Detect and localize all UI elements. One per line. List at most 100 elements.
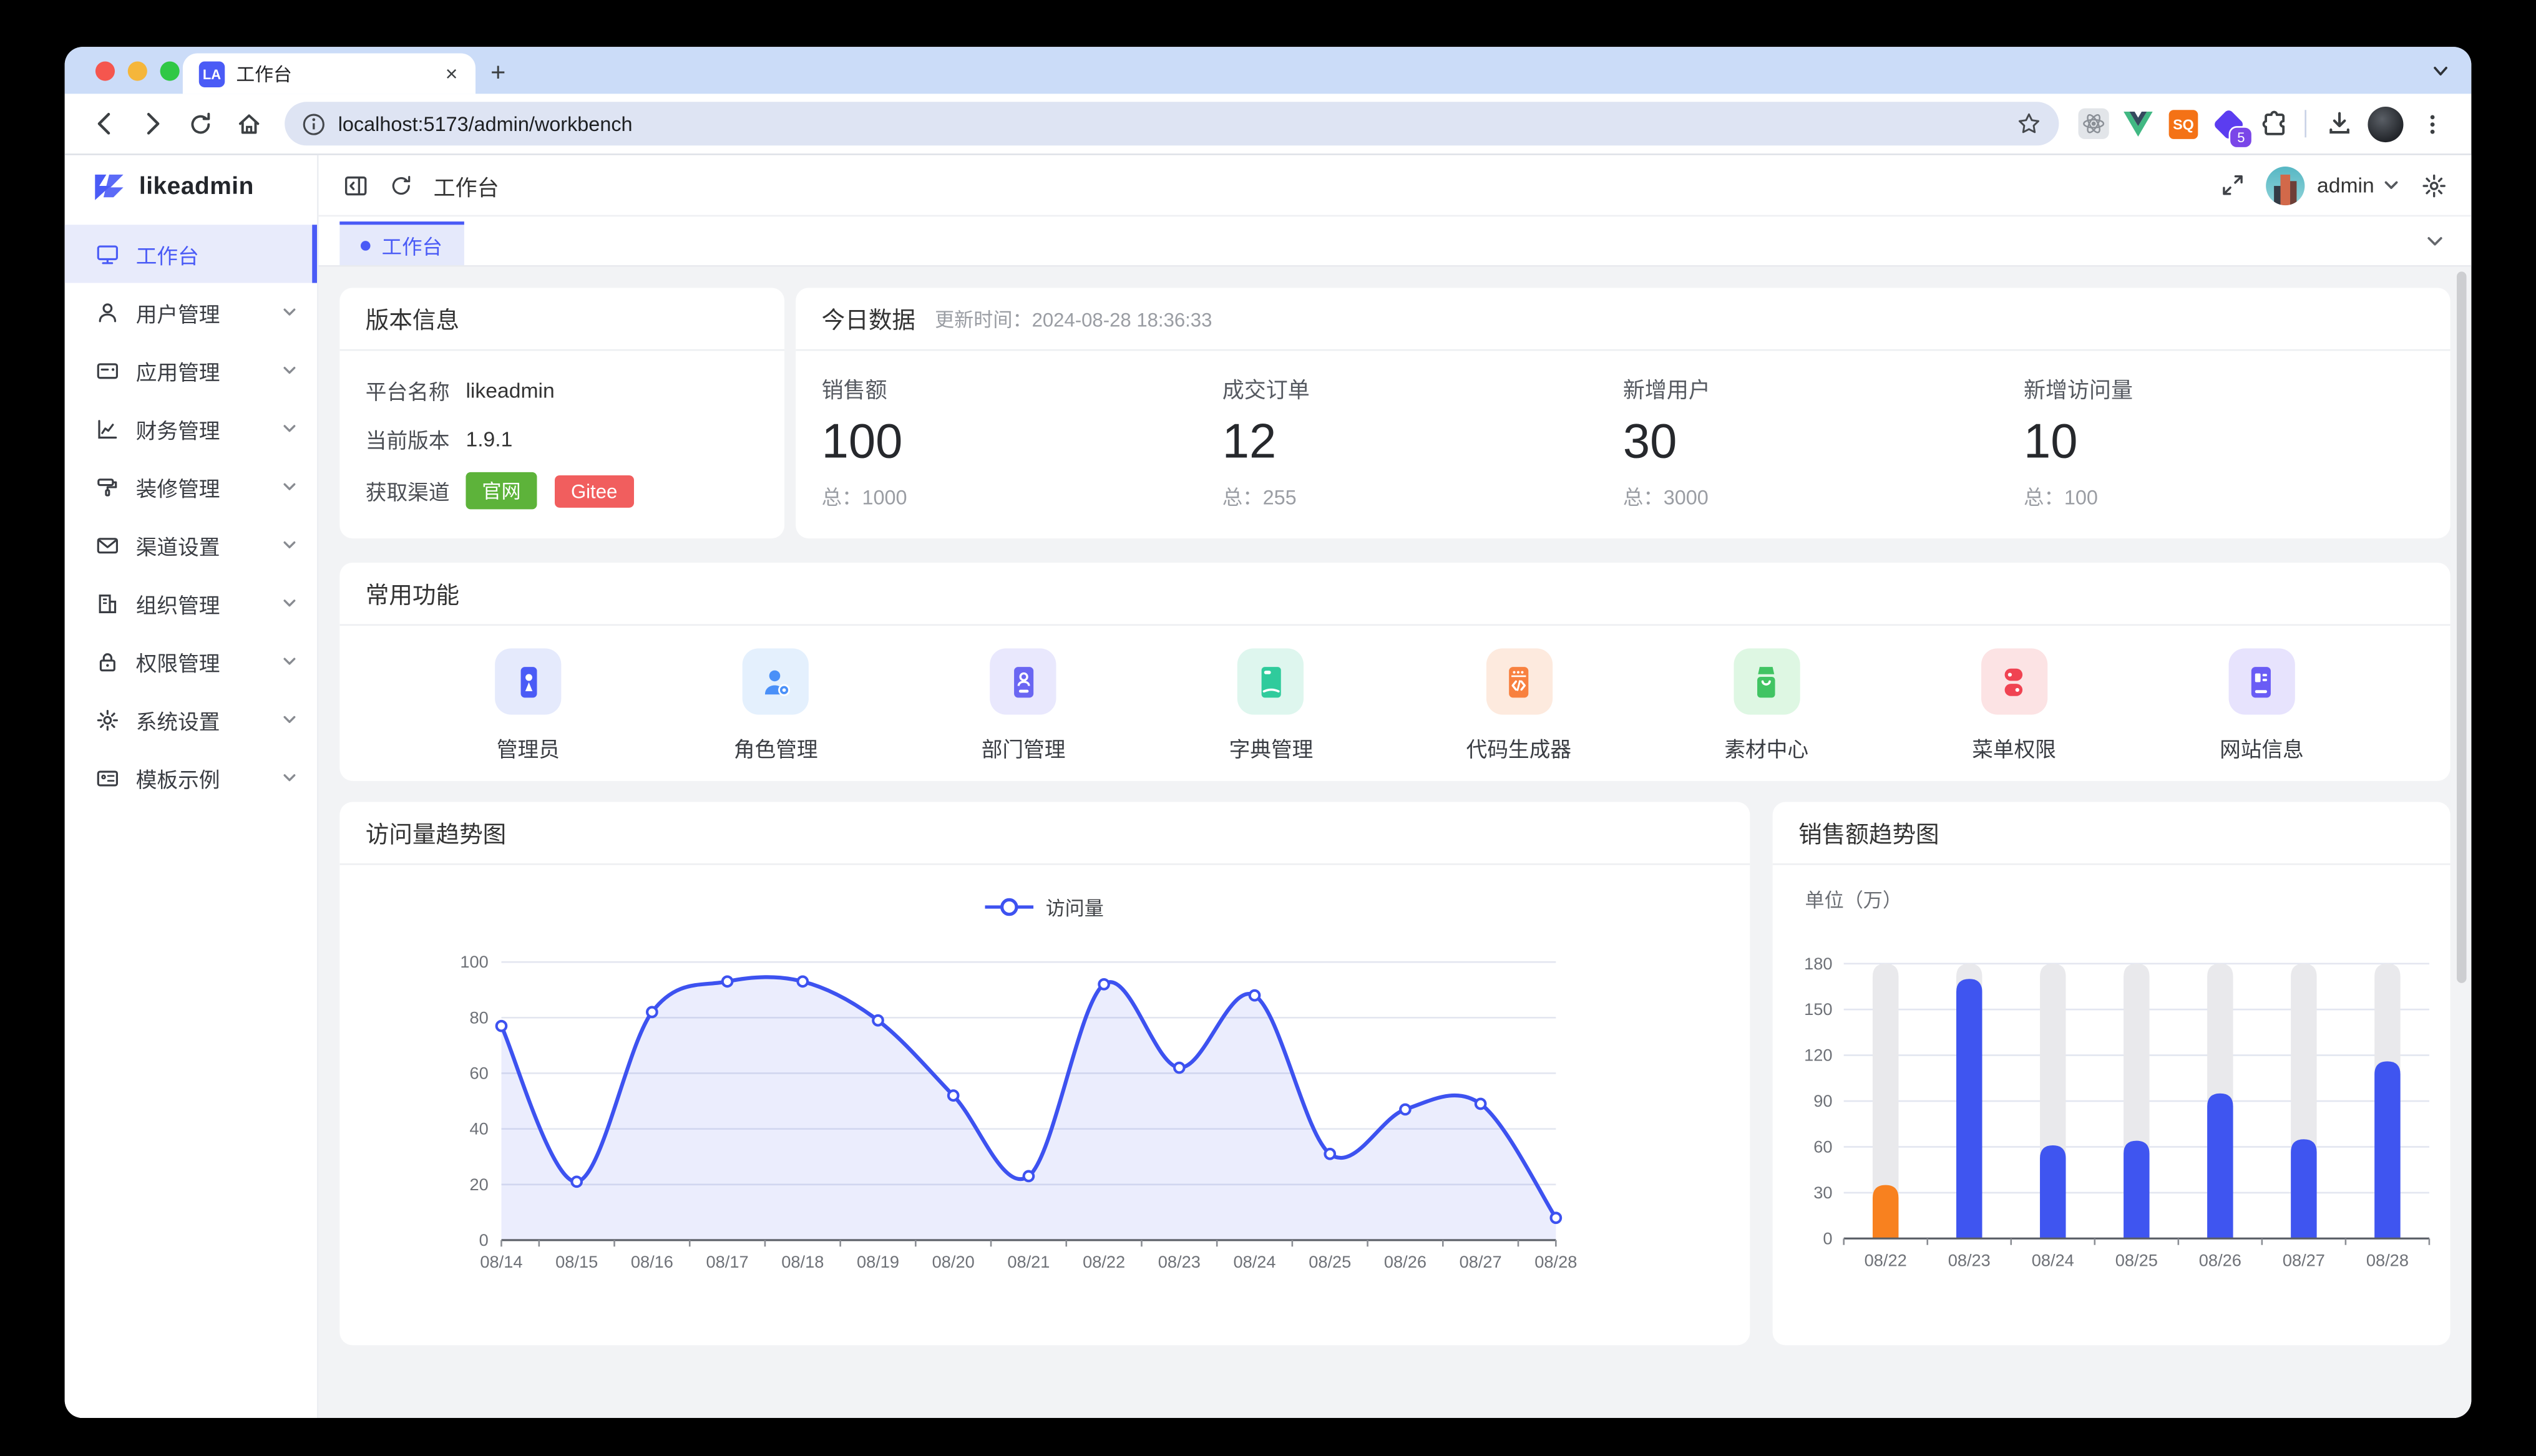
quick-item-2[interactable]: 角色管理	[652, 648, 900, 763]
quick-item-label: 菜单权限	[1972, 732, 2056, 763]
svg-text:30: 30	[1813, 1183, 1832, 1202]
avatar[interactable]	[2265, 166, 2304, 205]
extensions-puzzle-icon[interactable]	[2253, 103, 2295, 145]
lock-icon	[95, 649, 120, 674]
tab-search-chevron-icon[interactable]	[2431, 61, 2451, 80]
sidebar-item-decoration[interactable]: 装修管理	[65, 457, 317, 515]
url-text[interactable]: localhost:5173/admin/workbench	[338, 112, 2004, 135]
quick-item-5[interactable]: 代码生成器	[1395, 648, 1642, 763]
quick-item-6[interactable]: 素材中心	[1642, 648, 1890, 763]
svg-text:08/16: 08/16	[631, 1252, 673, 1271]
svg-text:150: 150	[1804, 999, 1832, 1019]
workbench-content: 版本信息 平台名称 likeadmin 当前版本 1.9.1	[319, 267, 2472, 1418]
sidebar-item-workbench[interactable]: 工作台	[65, 225, 317, 283]
user-chevron-down-icon[interactable]	[2382, 177, 2401, 195]
sidebar-item-channel[interactable]: 渠道设置	[65, 516, 317, 574]
stat-sales: 销售额 100 总：1000	[822, 372, 1222, 511]
collapse-sidebar-icon[interactable]	[343, 172, 368, 198]
quick-item-label: 角色管理	[734, 732, 818, 763]
envelope-icon	[95, 533, 120, 557]
svg-text:08/22: 08/22	[1083, 1252, 1125, 1271]
pinia-extension-icon[interactable]: 5	[2208, 103, 2250, 145]
svg-text:08/23: 08/23	[1948, 1250, 1991, 1269]
username[interactable]: admin	[2317, 173, 2374, 197]
chevron-down-icon	[281, 478, 298, 495]
site-info-icon[interactable]	[303, 112, 325, 135]
minimize-window-button[interactable]	[128, 61, 147, 80]
refresh-icon[interactable]	[390, 174, 412, 197]
sidebar-item-settings[interactable]: 系统设置	[65, 691, 317, 749]
vue-devtools-icon[interactable]	[2117, 103, 2159, 145]
download-icon[interactable]	[2316, 101, 2362, 147]
browser-tab[interactable]: LA 工作台 ×	[183, 54, 476, 94]
sidebar-item-permissions[interactable]: 权限管理	[65, 632, 317, 690]
react-devtools-icon[interactable]	[2072, 103, 2114, 145]
chevron-down-icon	[281, 653, 298, 669]
svg-text:40: 40	[469, 1119, 488, 1138]
svg-text:08/25: 08/25	[2115, 1250, 2158, 1269]
template-icon	[95, 765, 120, 790]
quick-item-4[interactable]: 字典管理	[1148, 648, 1395, 763]
version-card-title: 版本信息	[339, 288, 784, 351]
browser-profile-avatar[interactable]	[2364, 103, 2406, 145]
stat-new-users: 新增用户 30 总：3000	[1623, 372, 2024, 511]
fullscreen-icon[interactable]	[2220, 173, 2244, 197]
svg-text:08/28: 08/28	[2366, 1250, 2409, 1269]
quick-functions-card: 常用功能 管理员 角色管理 部门管理 字典管理 代码生成器 素材中心 菜单权限 …	[339, 563, 2450, 781]
sq-extension-icon[interactable]: SQ	[2162, 103, 2204, 145]
website-info-icon	[2228, 648, 2295, 714]
bookmark-star-icon[interactable]	[2017, 112, 2041, 136]
quick-item-8[interactable]: 网站信息	[2138, 648, 2386, 763]
svg-text:08/23: 08/23	[1158, 1252, 1201, 1271]
chart-legend[interactable]: 访问量	[339, 891, 1750, 923]
quick-item-1[interactable]: 管理员	[404, 648, 652, 763]
svg-text:08/20: 08/20	[932, 1252, 975, 1271]
quick-item-label: 部门管理	[982, 732, 1066, 763]
new-tab-button[interactable]: +	[476, 54, 521, 94]
svg-text:08/26: 08/26	[2199, 1250, 2241, 1269]
admin-app: likeadmin 工作台 用户管理 应用管理	[65, 155, 2472, 1418]
visits-line-chart[interactable]: 02040608010008/1408/1508/1608/1708/1808/…	[356, 923, 1734, 1289]
home-button[interactable]	[227, 101, 272, 147]
back-button[interactable]	[81, 101, 127, 147]
brand-name: likeadmin	[139, 172, 254, 200]
chevron-down-icon	[281, 304, 298, 320]
tab-close-icon[interactable]: ×	[441, 61, 462, 85]
sidebar-item-finance[interactable]: 财务管理	[65, 399, 317, 457]
sidebar-item-apps[interactable]: 应用管理	[65, 341, 317, 399]
screen: LA 工作台 × +	[0, 0, 2536, 1456]
chevron-down-icon	[281, 362, 298, 379]
quick-item-3[interactable]: 部门管理	[900, 648, 1148, 763]
official-site-button[interactable]: 官网	[466, 472, 537, 510]
settings-gear-icon[interactable]	[2421, 172, 2447, 198]
page-title: 工作台	[434, 169, 499, 201]
brand[interactable]: likeadmin	[65, 155, 317, 216]
legend-label: 访问量	[1046, 893, 1104, 921]
svg-text:0: 0	[479, 1230, 489, 1250]
browser-menu-kebab-icon[interactable]	[2410, 101, 2456, 147]
content-scrollbar[interactable]	[2457, 271, 2467, 983]
sidebar-item-users[interactable]: 用户管理	[65, 283, 317, 341]
svg-text:90: 90	[1813, 1091, 1832, 1110]
gitee-button[interactable]: Gitee	[555, 475, 633, 507]
code-generator-icon	[1486, 648, 1552, 714]
url-bar[interactable]: localhost:5173/admin/workbench	[285, 102, 2059, 145]
sidebar-item-templates[interactable]: 模板示例	[65, 749, 317, 807]
close-window-button[interactable]	[95, 61, 115, 80]
forward-button[interactable]	[129, 101, 175, 147]
zoom-window-button[interactable]	[160, 61, 180, 80]
quick-item-label: 素材中心	[1724, 732, 1808, 763]
reload-button[interactable]	[178, 101, 223, 147]
svg-text:08/28: 08/28	[1534, 1252, 1577, 1271]
quick-item-label: 管理员	[497, 732, 560, 763]
today-data-card: 今日数据 更新时间：2024-08-28 18:36:33 销售额 100 总：…	[796, 288, 2450, 538]
visits-trend-card: 访问量趋势图 访问量 02040608010008/1408/1508/1608…	[339, 802, 1750, 1346]
tab-workbench[interactable]: 工作台	[339, 221, 463, 265]
quick-item-7[interactable]: 菜单权限	[1890, 648, 2138, 763]
tabs-chevron-down-icon[interactable]	[2424, 230, 2446, 251]
channel-row: 获取渠道 官网 Gitee	[366, 472, 759, 510]
tab-favicon: LA	[199, 61, 225, 86]
sales-bar-chart[interactable]: 030609012015018008/2208/2308/2408/2508/2…	[1789, 910, 2439, 1284]
sidebar-item-organization[interactable]: 组织管理	[65, 574, 317, 632]
main-area: 工作台 admin	[319, 155, 2472, 1418]
